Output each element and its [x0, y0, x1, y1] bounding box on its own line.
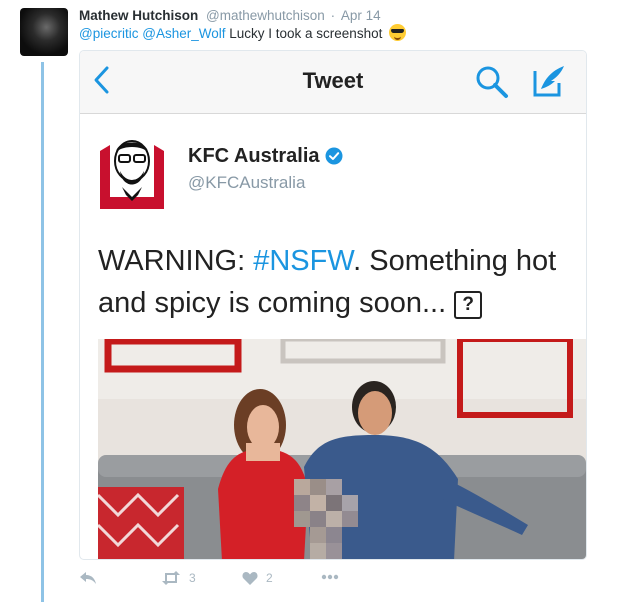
retweet-icon — [162, 571, 180, 585]
tweet-body: Lucky I took a screenshot — [229, 26, 383, 41]
quoted-author-name-text: KFC Australia — [188, 145, 320, 167]
unsupported-emoji-icon: ? — [454, 291, 483, 319]
heart-icon — [242, 572, 258, 585]
tweet-actions: 3 2 — [79, 571, 379, 591]
hashtag-nsfw: #NSFW — [253, 245, 354, 277]
like-button[interactable]: 2 — [242, 571, 273, 585]
tweet-date[interactable]: Apr 14 — [341, 8, 381, 23]
retweet-count: 3 — [189, 571, 196, 585]
tweet-text: @piecritic @Asher_Wolf Lucky I took a sc… — [79, 24, 407, 41]
quoted-author-name: KFC Australia — [188, 145, 343, 168]
tweet-photo — [98, 339, 586, 559]
nav-title: Tweet — [302, 68, 364, 93]
more-dots-icon — [321, 574, 339, 580]
quoted-author-handle: @KFCAustralia — [188, 173, 306, 192]
mention-asher-wolf[interactable]: @Asher_Wolf — [142, 26, 225, 41]
mention-piecritic[interactable]: @piecritic — [79, 26, 138, 41]
screenshot-navbar: Tweet — [80, 51, 586, 114]
compose-icon — [533, 66, 564, 97]
avatar[interactable] — [20, 8, 68, 56]
thread-line — [41, 62, 44, 602]
kfc-logo-icon — [98, 131, 166, 211]
search-icon — [476, 66, 508, 98]
sunglasses-emoji-icon — [389, 24, 407, 41]
author-handle[interactable]: @mathewhutchison — [206, 8, 325, 23]
quoted-tweet-text: WARNING: #NSFW. Something hot and spicy … — [98, 240, 578, 324]
reply-icon — [80, 572, 96, 584]
reply-button[interactable] — [79, 571, 97, 585]
screenshot-image[interactable]: Tweet KFC Australia @KFCAustralia WARNIN… — [79, 50, 587, 560]
author-name[interactable]: Mathew Hutchison — [79, 8, 198, 23]
more-button[interactable] — [321, 574, 339, 580]
tweet-header: Mathew Hutchison @mathewhutchison · Apr … — [79, 8, 381, 23]
verified-badge-icon — [325, 147, 343, 165]
meta-separator: · — [330, 8, 336, 23]
quoted-text-prefix: WARNING: — [98, 245, 254, 277]
like-count: 2 — [266, 571, 273, 585]
retweet-button[interactable]: 3 — [161, 571, 196, 585]
